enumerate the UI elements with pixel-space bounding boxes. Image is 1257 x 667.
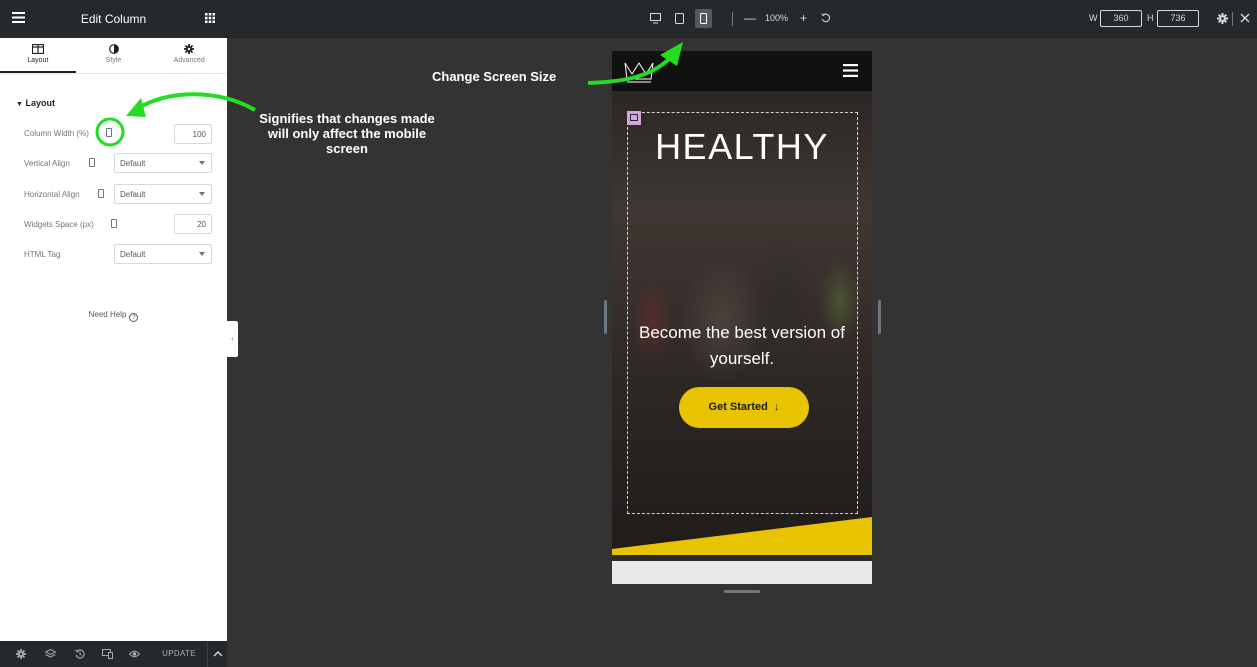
highlight-circle <box>95 117 125 147</box>
arrowhead-icon <box>126 98 146 117</box>
annotation-change-screen-size: Change Screen Size <box>432 69 557 84</box>
annotation-arrow <box>587 56 672 85</box>
annotation-mobile-note: Signifies that changes made will only af… <box>259 111 435 156</box>
annotation-arrow <box>133 92 256 112</box>
annotation-overlay <box>95 42 683 147</box>
